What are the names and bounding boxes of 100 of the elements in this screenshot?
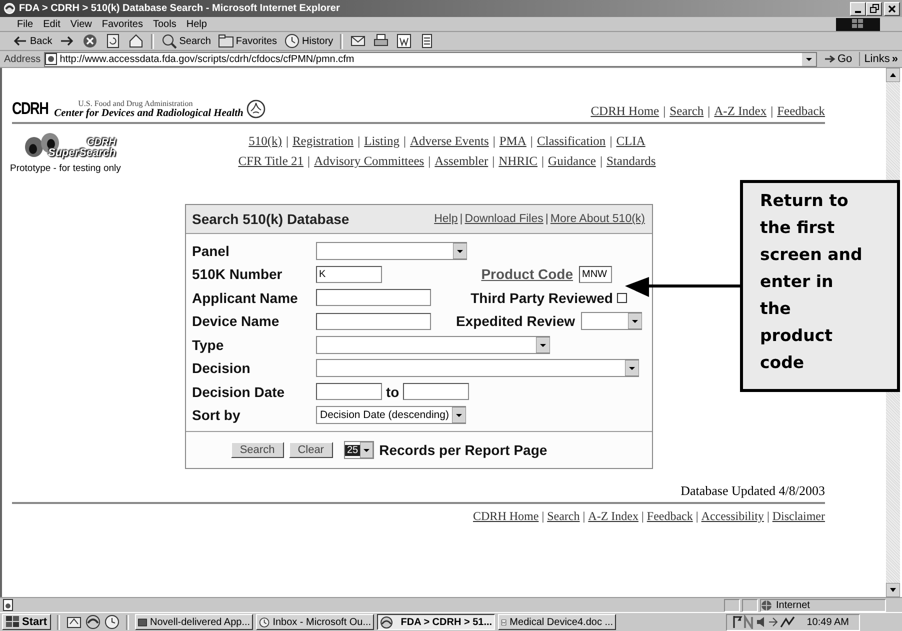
browser-icon	[380, 616, 394, 628]
form-title: Search 510(k) Database	[192, 211, 350, 227]
nav-link[interactable]: Standards	[606, 154, 656, 169]
links-button[interactable]: Links »	[859, 52, 902, 66]
arrow-icon	[824, 54, 836, 64]
footer-link[interactable]: Search	[547, 509, 580, 524]
dropdown[interactable]: Decision Date (descending)	[316, 406, 466, 424]
menu-item[interactable]: Favorites	[96, 18, 148, 30]
header-link[interactable]: A-Z Index	[714, 104, 767, 119]
form-button[interactable]: Search	[230, 442, 284, 458]
dropdown-arrow-icon	[360, 442, 374, 458]
menu-item[interactable]: Help	[181, 18, 212, 30]
scroll-up-button[interactable]	[886, 68, 900, 82]
form-link[interactable]: More About 510(k)	[550, 213, 645, 225]
windows-logo-icon	[836, 18, 880, 30]
nav-link[interactable]: Adverse Events	[410, 134, 489, 149]
nav-link[interactable]: Assembler	[434, 154, 488, 169]
dropdown-arrow-icon	[628, 313, 642, 330]
field-label: Applicant Name	[192, 290, 299, 306]
browser-icon[interactable]	[85, 614, 102, 630]
footer-link[interactable]: CDRH Home	[473, 509, 539, 524]
clock-time: 10:49 AM	[806, 616, 849, 628]
checkbox[interactable]	[617, 292, 627, 303]
taskbar-button[interactable]: Inbox - Microsoft Ou...	[256, 614, 374, 630]
dropdown[interactable]	[316, 242, 467, 260]
history-button[interactable]: History	[282, 32, 336, 50]
tray-icons-drawing[interactable]	[732, 615, 795, 629]
refresh-icon	[105, 33, 122, 49]
cdrh-logo: CDRH	[12, 99, 48, 119]
form-button[interactable]: Clear	[288, 442, 333, 458]
nav-link[interactable]: NHRIC	[498, 154, 538, 169]
center-name: Center for Devices and Radiological Health	[54, 108, 244, 119]
menu-item[interactable]: View	[65, 18, 97, 30]
search-button[interactable]: Search	[159, 32, 213, 50]
field-label: Expedited Review	[456, 313, 575, 330]
nav-link[interactable]: Guidance	[548, 154, 596, 169]
text-field[interactable]	[316, 289, 431, 306]
text-field[interactable]: MNW	[579, 266, 612, 283]
menu-item[interactable]: File	[12, 18, 38, 30]
restore-icon	[870, 4, 878, 13]
records-dropdown[interactable]: 25	[344, 441, 374, 459]
taskbar-button[interactable]: Medical Device4.doc ...	[498, 614, 616, 630]
text-field[interactable]: K	[316, 266, 382, 283]
text-field[interactable]	[403, 383, 470, 400]
form-link[interactable]: Download Files	[464, 213, 544, 225]
link-separator: |	[358, 134, 360, 149]
footer-link[interactable]: A-Z Index	[588, 509, 638, 524]
address-field[interactable]: http://www.accessdata.fda.gov/scripts/cdrh/cfdocs/cfPMN/pmn.cfm	[44, 52, 816, 66]
favorites-button[interactable]: Favorites	[216, 32, 280, 50]
nav-link[interactable]: PMA	[499, 134, 526, 149]
text-field[interactable]	[316, 312, 431, 330]
favorites-icon	[218, 33, 234, 49]
field-label: Decision	[192, 360, 252, 376]
footer-link[interactable]: Feedback	[646, 509, 693, 524]
dropdown-arrow-icon	[625, 360, 639, 376]
nav-link[interactable]: CLIA	[616, 134, 646, 149]
menu-item[interactable]: Edit	[38, 18, 66, 30]
go-button[interactable]: Go	[820, 52, 856, 66]
footer-link[interactable]: Accessibility	[701, 509, 764, 524]
restore-button[interactable]	[866, 2, 882, 16]
field-label: Third Party Reviewed	[470, 290, 613, 306]
windows-logo-icon	[6, 616, 20, 628]
link-separator: |	[582, 509, 586, 524]
dropdown[interactable]	[581, 312, 642, 330]
field-label: 510K Number	[192, 266, 284, 282]
header-link[interactable]: CDRH Home	[590, 104, 660, 119]
nav-link[interactable]: Registration	[292, 134, 354, 149]
address-label: Address	[4, 54, 41, 64]
menu-item[interactable]: Tools	[148, 18, 182, 30]
scroll-down-button[interactable]	[886, 583, 900, 597]
mail-icon	[350, 33, 366, 49]
dropdown-arrow-icon	[452, 407, 466, 424]
edit-icon	[396, 33, 412, 49]
desktop-icon[interactable]	[66, 614, 82, 630]
close-button[interactable]	[884, 2, 900, 16]
taskbar-button[interactable]: Novell-delivered App...	[135, 614, 254, 630]
nav-link[interactable]: 510(k)	[248, 134, 282, 149]
nav-link[interactable]: Advisory Committees	[314, 154, 424, 169]
start-button[interactable]: Start	[2, 614, 52, 630]
dropdown[interactable]	[316, 336, 550, 354]
back-button[interactable]: Back	[10, 32, 54, 50]
nav-link[interactable]: CFR Title 21	[238, 154, 304, 169]
close-icon	[888, 4, 896, 12]
header-link[interactable]: Search	[670, 104, 704, 119]
app-icon	[138, 616, 147, 628]
dropdown[interactable]	[316, 359, 639, 378]
link-separator: |	[492, 134, 496, 149]
minimize-button[interactable]	[850, 2, 866, 16]
form-link[interactable]: Help	[434, 213, 458, 225]
field-label-link[interactable]: Product Code	[481, 266, 573, 282]
taskbar-button[interactable]: FDA > CDRH > 51...	[377, 614, 496, 630]
header-link[interactable]: Feedback	[777, 104, 825, 119]
text-field[interactable]	[316, 383, 382, 400]
nav-link[interactable]: Classification	[536, 134, 606, 149]
stop-icon	[82, 33, 98, 49]
field-label: Sort by	[192, 407, 242, 424]
footer-link[interactable]: Disclaimer	[772, 509, 825, 524]
clock-icon[interactable]	[104, 614, 120, 630]
nav-link[interactable]: Listing	[364, 134, 400, 149]
status-pane	[742, 598, 758, 612]
